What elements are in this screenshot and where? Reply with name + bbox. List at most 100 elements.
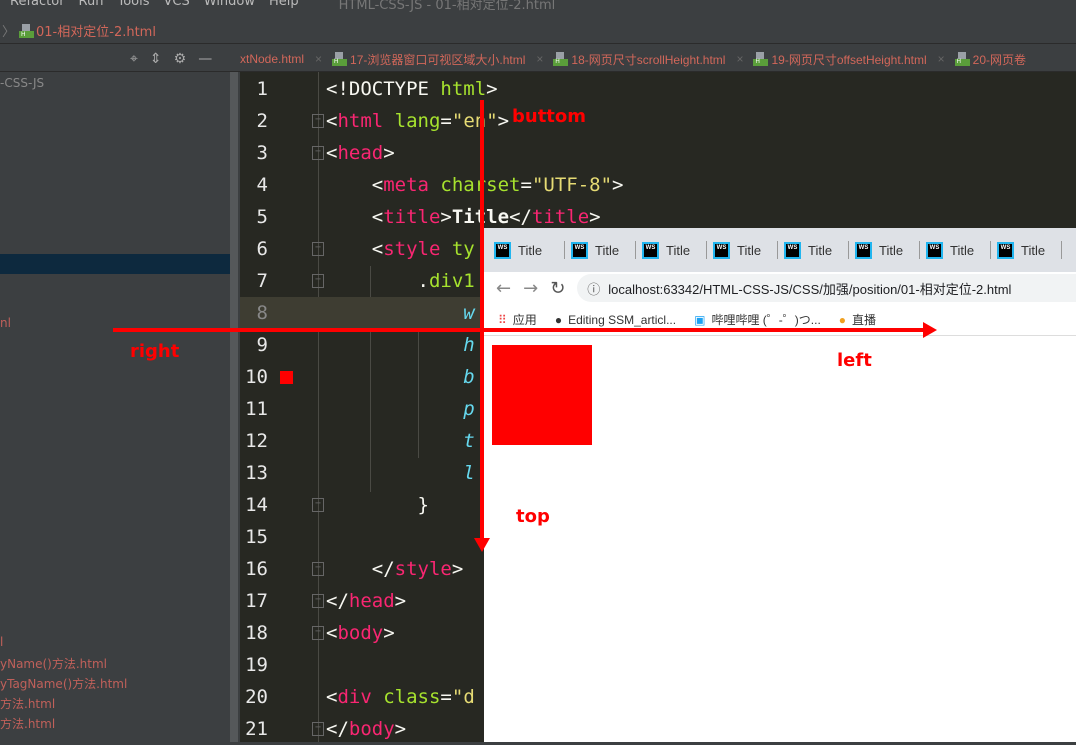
editor-tab[interactable]: 17-浏览器窗口可视区域大小.html×: [332, 51, 553, 68]
url-text: localhost:63342/HTML-CSS-JS/CSS/加强/posit…: [608, 281, 1012, 297]
code-line[interactable]: 3− <head>: [240, 137, 1076, 169]
forward-icon[interactable]: →: [523, 278, 538, 299]
collapse-icon[interactable]: ⇕: [150, 51, 162, 67]
file-item[interactable]: yName()方法.html: [0, 655, 107, 672]
fold-icon[interactable]: −: [312, 626, 324, 640]
label-left: left: [837, 350, 872, 371]
code-line[interactable]: 4 <meta charset="UTF-8">: [240, 169, 1076, 201]
editor-tab[interactable]: 20-网页卷: [954, 51, 1036, 68]
browser-tab[interactable]: WS Title: [849, 241, 920, 259]
gear-icon[interactable]: ⚙: [174, 51, 187, 67]
close-icon[interactable]: ×: [315, 52, 322, 66]
line-number: 8: [256, 302, 268, 324]
browser-tab[interactable]: WS Title: [494, 241, 565, 259]
bookmark-apps[interactable]: ⠿ 应用: [498, 311, 537, 328]
fold-icon[interactable]: −: [312, 146, 324, 160]
webstorm-icon: WS: [494, 241, 511, 259]
breadcrumb-file[interactable]: 01-相对定位-2.html: [36, 21, 156, 40]
fold-icon[interactable]: −: [312, 594, 324, 608]
line-number: 16: [245, 558, 268, 580]
close-icon[interactable]: ×: [736, 52, 743, 66]
browser-window: WS Title WS Title WS Title WS Title WS Title WS Tit…: [484, 228, 1076, 742]
file-item[interactable]: 方法.html: [0, 695, 55, 712]
reload-icon[interactable]: ↻: [550, 278, 565, 299]
fold-icon[interactable]: −: [312, 242, 324, 256]
project-sidebar: -CSS-JS nl l yName()方法.html yTagName()方法…: [0, 72, 240, 742]
line-number: 18: [245, 622, 268, 644]
menu-run[interactable]: Run: [79, 0, 104, 12]
editor-tab[interactable]: 19-网页尺寸offsetHeight.html×: [753, 51, 954, 68]
fold-icon[interactable]: −: [312, 274, 324, 288]
browser-tab[interactable]: WS Title: [778, 241, 849, 259]
file-item[interactable]: nl: [0, 316, 11, 330]
label-right: right: [130, 341, 180, 362]
project-root[interactable]: -CSS-JS: [0, 76, 44, 90]
code-line[interactable]: 1 <!DOCTYPE html>: [240, 73, 1076, 105]
html-file-icon: [553, 52, 569, 66]
bilibili-icon: ▣: [694, 313, 706, 327]
webstorm-icon: WS: [571, 241, 588, 259]
line-number: 20: [245, 686, 268, 708]
menu-window[interactable]: Window: [204, 0, 255, 12]
bookmark-bilibili[interactable]: ▣ 哔哩哔哩 (゜-゜)つ...: [694, 311, 821, 328]
locate-icon[interactable]: ⌖: [130, 51, 138, 67]
browser-tab[interactable]: WS Title: [707, 241, 778, 259]
close-icon[interactable]: ×: [938, 52, 945, 66]
browser-tabs: WS Title WS Title WS Title WS Title WS Title WS Tit…: [484, 228, 1076, 272]
menu-bar: Refactor Run Tools VCS Window Help HTML-CSS-JS…: [0, 0, 1076, 13]
webstorm-icon: WS: [926, 241, 943, 259]
line-number: 17: [245, 590, 268, 612]
red-div-box: [492, 345, 592, 445]
line-number: 15: [245, 526, 268, 548]
menu-refactor[interactable]: Refactor: [10, 0, 65, 12]
line-number: 11: [245, 398, 268, 420]
fold-icon[interactable]: −: [312, 498, 324, 512]
menu-tools[interactable]: Tools: [117, 0, 149, 12]
fold-icon[interactable]: −: [312, 114, 324, 128]
line-number: 4: [256, 174, 268, 196]
html-file-icon: [332, 52, 348, 66]
close-icon[interactable]: ×: [536, 52, 543, 66]
line-number: 21: [245, 718, 268, 740]
down-arrow-annotation: [474, 100, 490, 552]
browser-tab[interactable]: WS Title: [636, 241, 707, 259]
file-item[interactable]: l: [0, 635, 3, 649]
address-bar[interactable]: ⓘ localhost:63342/HTML-CSS-JS/CSS/加强/posi…: [577, 274, 1076, 302]
minimize-icon[interactable]: —: [198, 51, 212, 67]
fold-icon[interactable]: −: [312, 722, 324, 736]
window-title: HTML-CSS-JS - 01-相对定位-2.html: [338, 0, 556, 13]
browser-tab[interactable]: WS Title: [991, 241, 1062, 259]
editor-tab[interactable]: xtNode.html ×: [240, 52, 332, 66]
line-number: 12: [245, 430, 268, 452]
sidebar-scrollbar[interactable]: [230, 72, 238, 742]
file-item[interactable]: yTagName()方法.html: [0, 675, 127, 692]
menu-help[interactable]: Help: [269, 0, 299, 12]
webstorm-icon: WS: [784, 241, 801, 259]
html-file-icon: [954, 52, 970, 66]
label-top: top: [516, 506, 550, 527]
editor-tab[interactable]: 18-网页尺寸scrollHeight.html×: [553, 51, 753, 68]
back-icon[interactable]: ←: [496, 278, 511, 299]
selected-row[interactable]: [0, 254, 232, 274]
line-number: 14: [245, 494, 268, 516]
breadcrumb[interactable]: 〉01-相对定位-2.html: [0, 18, 1076, 44]
fold-icon[interactable]: −: [312, 562, 324, 576]
line-number: 2: [256, 110, 268, 132]
html-file-icon: [753, 52, 769, 66]
code-line[interactable]: 2− <html lang="en">: [240, 105, 1076, 137]
line-number: 13: [245, 462, 268, 484]
browser-tab[interactable]: WS Title: [565, 241, 636, 259]
file-item[interactable]: 方法.html: [0, 715, 55, 732]
color-swatch-icon: [280, 371, 293, 384]
live-icon: ●: [838, 313, 847, 327]
bookmark-live[interactable]: ● 直播: [839, 311, 876, 328]
line-number: 6: [256, 238, 268, 260]
line-number: 9: [256, 334, 268, 356]
info-icon: ⓘ: [587, 281, 601, 297]
line-number: 5: [256, 206, 268, 228]
browser-tab[interactable]: WS Title: [920, 241, 991, 259]
bookmark-github[interactable]: ● Editing SSM_articl...: [555, 313, 676, 327]
webstorm-icon: WS: [997, 241, 1014, 259]
line-number: 7: [256, 270, 268, 292]
menu-vcs[interactable]: VCS: [164, 0, 190, 12]
